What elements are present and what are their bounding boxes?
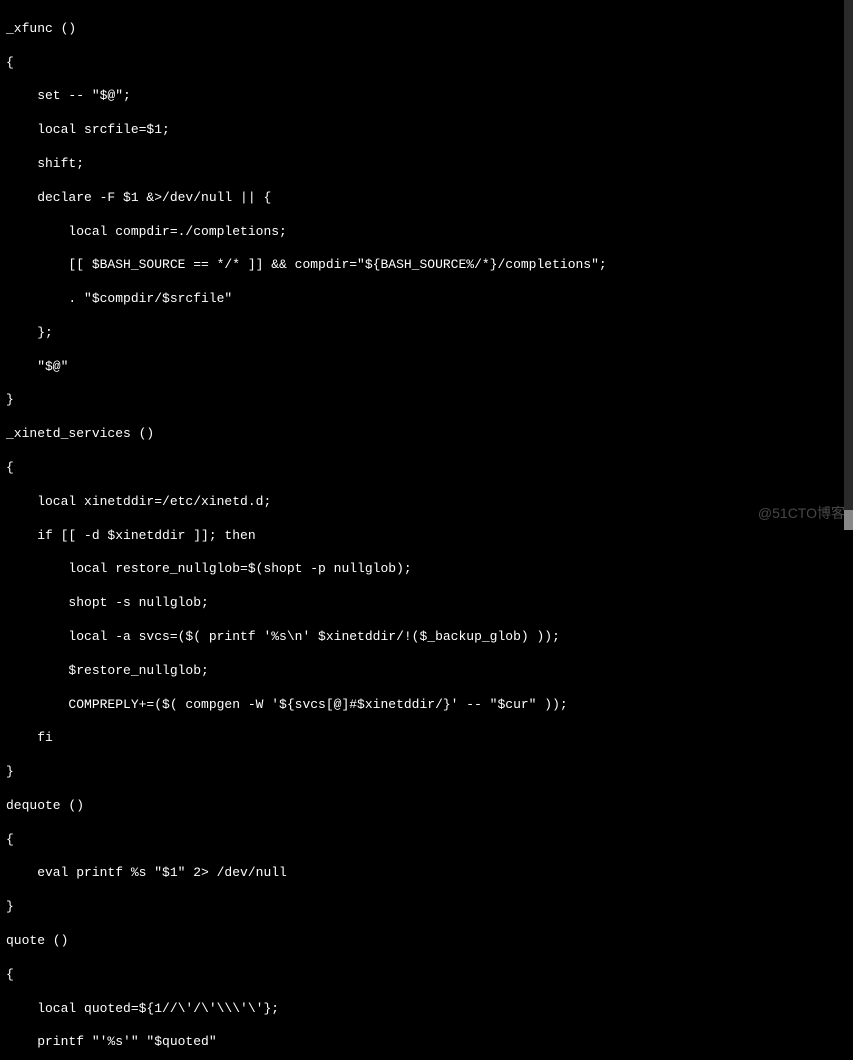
code-line: [[ $BASH_SOURCE == */* ]] && compdir="${…: [6, 257, 847, 274]
code-line: "$@": [6, 359, 847, 376]
code-line: eval printf %s "$1" 2> /dev/null: [6, 865, 847, 882]
code-line: printf "'%s'" "$quoted": [6, 1034, 847, 1051]
code-line: }: [6, 392, 847, 409]
code-line: if [[ -d $xinetddir ]]; then: [6, 528, 847, 545]
code-line: set -- "$@";: [6, 88, 847, 105]
code-line: {: [6, 460, 847, 477]
code-line: . "$compdir/$srcfile": [6, 291, 847, 308]
code-line: }: [6, 764, 847, 781]
scrollbar[interactable]: [844, 0, 853, 530]
code-line: {: [6, 832, 847, 849]
code-line: local -a svcs=($( printf '%s\n' $xinetdd…: [6, 629, 847, 646]
code-line: dequote (): [6, 798, 847, 815]
scrollbar-thumb[interactable]: [844, 510, 853, 530]
code-line: local quoted=${1//\'/\'\\\'\'};: [6, 1001, 847, 1018]
code-line: local restore_nullglob=$(shopt -p nullgl…: [6, 561, 847, 578]
code-line: shift;: [6, 156, 847, 173]
code-line: _xfunc (): [6, 21, 847, 38]
code-line: quote (): [6, 933, 847, 950]
code-line: }: [6, 899, 847, 916]
code-line: };: [6, 325, 847, 342]
code-line: local srcfile=$1;: [6, 122, 847, 139]
code-line: fi: [6, 730, 847, 747]
code-line: local compdir=./completions;: [6, 224, 847, 241]
terminal-output: _xfunc () { set -- "$@"; local srcfile=$…: [6, 4, 847, 1060]
code-line: $restore_nullglob;: [6, 663, 847, 680]
code-line: {: [6, 967, 847, 984]
code-line: _xinetd_services (): [6, 426, 847, 443]
code-line: local xinetddir=/etc/xinetd.d;: [6, 494, 847, 511]
code-line: {: [6, 55, 847, 72]
code-line: shopt -s nullglob;: [6, 595, 847, 612]
code-line: COMPREPLY+=($( compgen -W '${svcs[@]#$xi…: [6, 697, 847, 714]
code-line: declare -F $1 &>/dev/null || {: [6, 190, 847, 207]
